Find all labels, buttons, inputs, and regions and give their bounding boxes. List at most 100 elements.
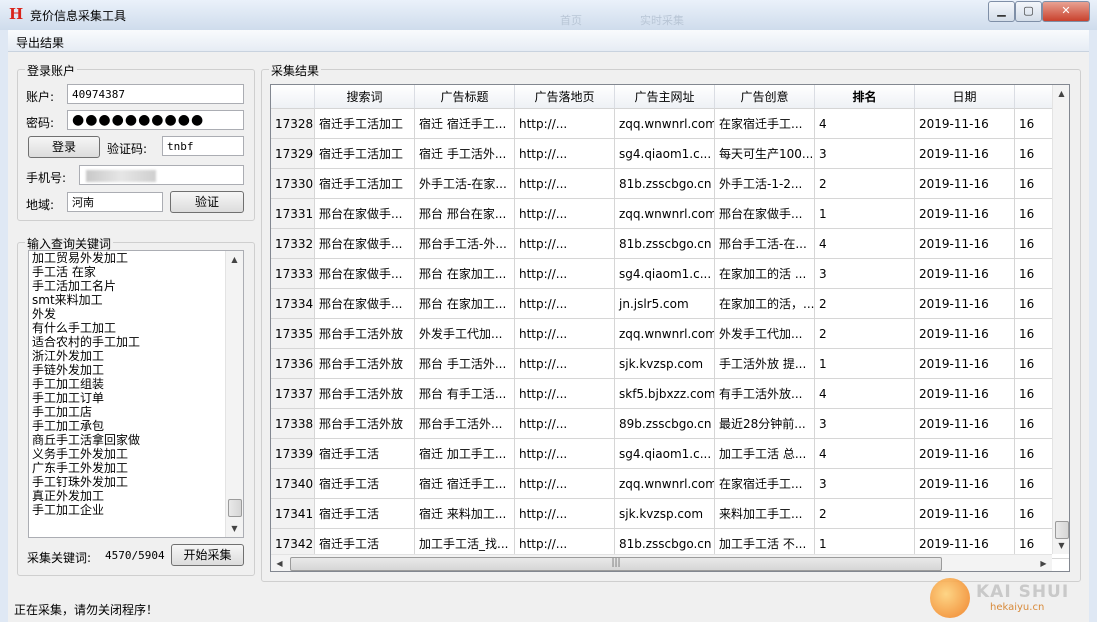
table-cell: 宿迁手工活加工 [315,139,415,169]
grid-vertical-scrollbar[interactable]: ▲ ▼ [1052,85,1069,554]
table-row[interactable]: 17335 邢台手工活外放 外发手工代加... http://... zqq.wnwnr… [271,319,1069,349]
table-cell: 2 [815,499,915,529]
table-cell: 在家宿迁手工... [715,469,815,499]
table-cell: 邢台在家做手... [315,289,415,319]
keyword-line: 加工贸易外发加工 [32,251,129,265]
login-button[interactable]: 登录 [28,136,100,158]
table-cell: 3 [815,409,915,439]
column-header[interactable] [271,85,315,109]
column-header[interactable]: 广告主网址 [615,85,715,109]
status-bar: 正在采集，请勿关闭程序！ [8,594,1089,622]
table-cell: 89b.zsscbgo.cn [615,409,715,439]
password-input[interactable]: ●●●●●●●●●● [67,110,244,130]
results-grid[interactable]: 搜索词 广告标题 广告落地页 广告主网址 广告创意 排名 日期 17328 宿迁手工活加工 宿迁… [270,84,1070,572]
table-cell: sg4.qiaom1.c... [615,139,715,169]
table-cell: 宿迁 手工活外... [415,139,515,169]
table-cell: 邢台在家做手... [315,199,415,229]
account-input[interactable]: 40974387 [67,84,244,104]
table-row[interactable]: 17334 邢台在家做手... 邢台 在家加工... http://... jn.jsl… [271,289,1069,319]
keyword-line: 手工加工组装 [32,377,105,391]
table-cell: 2 [815,319,915,349]
watermark: KAI SHUI hekaiyu.cn [930,578,1080,618]
keyword-textarea[interactable]: 加工贸易外发加工 手工活 在家 手工活加工名片 smt来料加工 外发 有什么手工加工 适合农… [28,250,244,538]
column-header[interactable]: 广告落地页 [515,85,615,109]
keyword-scrollbar[interactable]: ▲ ▼ [225,251,243,537]
grid-horizontal-scrollbar[interactable]: ◀ ||| ▶ [271,554,1052,571]
table-cell: sjk.kvzsp.com [615,349,715,379]
keyword-line: 手工钉珠外发加工 [32,475,129,489]
table-cell: 加工手工活 总... [715,439,815,469]
captcha-input[interactable]: tnbf [162,136,244,156]
table-cell: 2019-11-16 [915,409,1015,439]
minimize-icon: ▁ [997,4,1006,17]
table-cell: 2019-11-16 [915,289,1015,319]
table-cell: http://... [515,439,615,469]
keyword-line: 手链外发加工 [32,363,105,377]
scroll-up-icon[interactable]: ▲ [1053,85,1069,102]
scroll-right-icon[interactable]: ▶ [1035,555,1052,571]
minimize-button[interactable]: ▁ [988,1,1015,22]
table-row[interactable]: 17338 邢台手工活外放 邢台手工活外... http://... 89b.zsscb… [271,409,1069,439]
table-cell: http://... [515,349,615,379]
table-cell: 3 [815,469,915,499]
phone-input[interactable] [79,165,244,185]
start-collect-button[interactable]: 开始采集 [171,544,244,566]
table-row[interactable]: 17336 邢台手工活外放 邢台 手工活外... http://... sjk.kvzs… [271,349,1069,379]
column-header[interactable]: 广告标题 [415,85,515,109]
table-row[interactable]: 17331 邢台在家做手... 邢台 邢台在家... http://... zqq.wn… [271,199,1069,229]
keyword-line: smt来料加工 [32,293,103,307]
close-button[interactable]: ✕ [1042,1,1090,22]
scroll-thumb[interactable]: ||| [290,557,942,571]
keyword-line: 手工加工承包 [32,419,105,433]
table-row[interactable]: 17339 宿迁手工活 宿迁 加工手工... http://... sg4.qiaom1… [271,439,1069,469]
table-cell: 邢台 邢台在家... [415,199,515,229]
column-header[interactable]: 搜索词 [315,85,415,109]
table-row[interactable]: 17341 宿迁手工活 宿迁 来料加工... http://... sjk.kvzsp.… [271,499,1069,529]
menu-export-results[interactable]: 导出结果 [16,34,64,51]
table-cell: 宿迁 宿迁手工... [415,469,515,499]
table-row[interactable]: 17333 邢台在家做手... 邢台 在家加工... http://... sg4.qi… [271,259,1069,289]
verify-button[interactable]: 验证 [170,191,244,213]
close-icon: ✕ [1061,4,1071,17]
maximize-button[interactable]: ▢ [1015,1,1042,22]
table-cell: zqq.wnwnrl.com [615,319,715,349]
table-cell: 外手工活-1-2... [715,169,815,199]
table-cell: 2019-11-16 [915,349,1015,379]
table-row[interactable]: 17340 宿迁手工活 宿迁 宿迁手工... http://... zqq.wnwnrl… [271,469,1069,499]
watermark-brand: KAI SHUI [976,582,1070,602]
scroll-up-icon[interactable]: ▲ [226,251,243,268]
scroll-left-icon[interactable]: ◀ [271,555,288,571]
table-cell: 2019-11-16 [915,199,1015,229]
scroll-thumb[interactable] [228,499,242,517]
table-row[interactable]: 17328 宿迁手工活加工 宿迁 宿迁手工... http://... zqq.wnwn… [271,109,1069,139]
table-cell: http://... [515,199,615,229]
scroll-down-icon[interactable]: ▼ [1053,537,1069,554]
table-cell: 17339 [271,439,315,469]
region-label: 地域: [26,198,55,212]
progress-value: 4570/5904 [105,549,165,562]
column-header[interactable]: 排名 [815,85,915,109]
table-cell: 宿迁手工活加工 [315,169,415,199]
table-cell: 17335 [271,319,315,349]
table-row[interactable]: 17329 宿迁手工活加工 宿迁 手工活外... http://... sg4.qiao… [271,139,1069,169]
table-row[interactable]: 17337 邢台手工活外放 邢台 有手工活... http://... skf5.bjb… [271,379,1069,409]
table-row[interactable]: 17332 邢台在家做手... 邢台手工活-外... http://... 81b.zs… [271,229,1069,259]
region-input[interactable]: 河南 [67,192,163,212]
table-cell: 邢台手工活外放 [315,409,415,439]
table-cell: 17332 [271,229,315,259]
client-area: 导出结果 登录账户 账户: 40974387 密码: ●●●●●●●●●● 登录… [8,30,1089,622]
table-cell: 宿迁 来料加工... [415,499,515,529]
table-cell: 2019-11-16 [915,469,1015,499]
keyword-line: 手工加工订单 [32,391,105,405]
table-cell: 在家宿迁手工... [715,109,815,139]
keyword-line: 外发 [32,307,57,321]
table-row[interactable]: 17330 宿迁手工活加工 外手工活-在家... http://... 81b.zssc… [271,169,1069,199]
window-title: 竞价信息采集工具 [30,9,127,23]
table-cell: 17328 [271,109,315,139]
scroll-down-icon[interactable]: ▼ [226,520,243,537]
table-cell: 3 [815,259,915,289]
maximize-icon: ▢ [1023,4,1034,17]
table-cell: http://... [515,169,615,199]
column-header[interactable]: 日期 [915,85,1015,109]
column-header[interactable]: 广告创意 [715,85,815,109]
